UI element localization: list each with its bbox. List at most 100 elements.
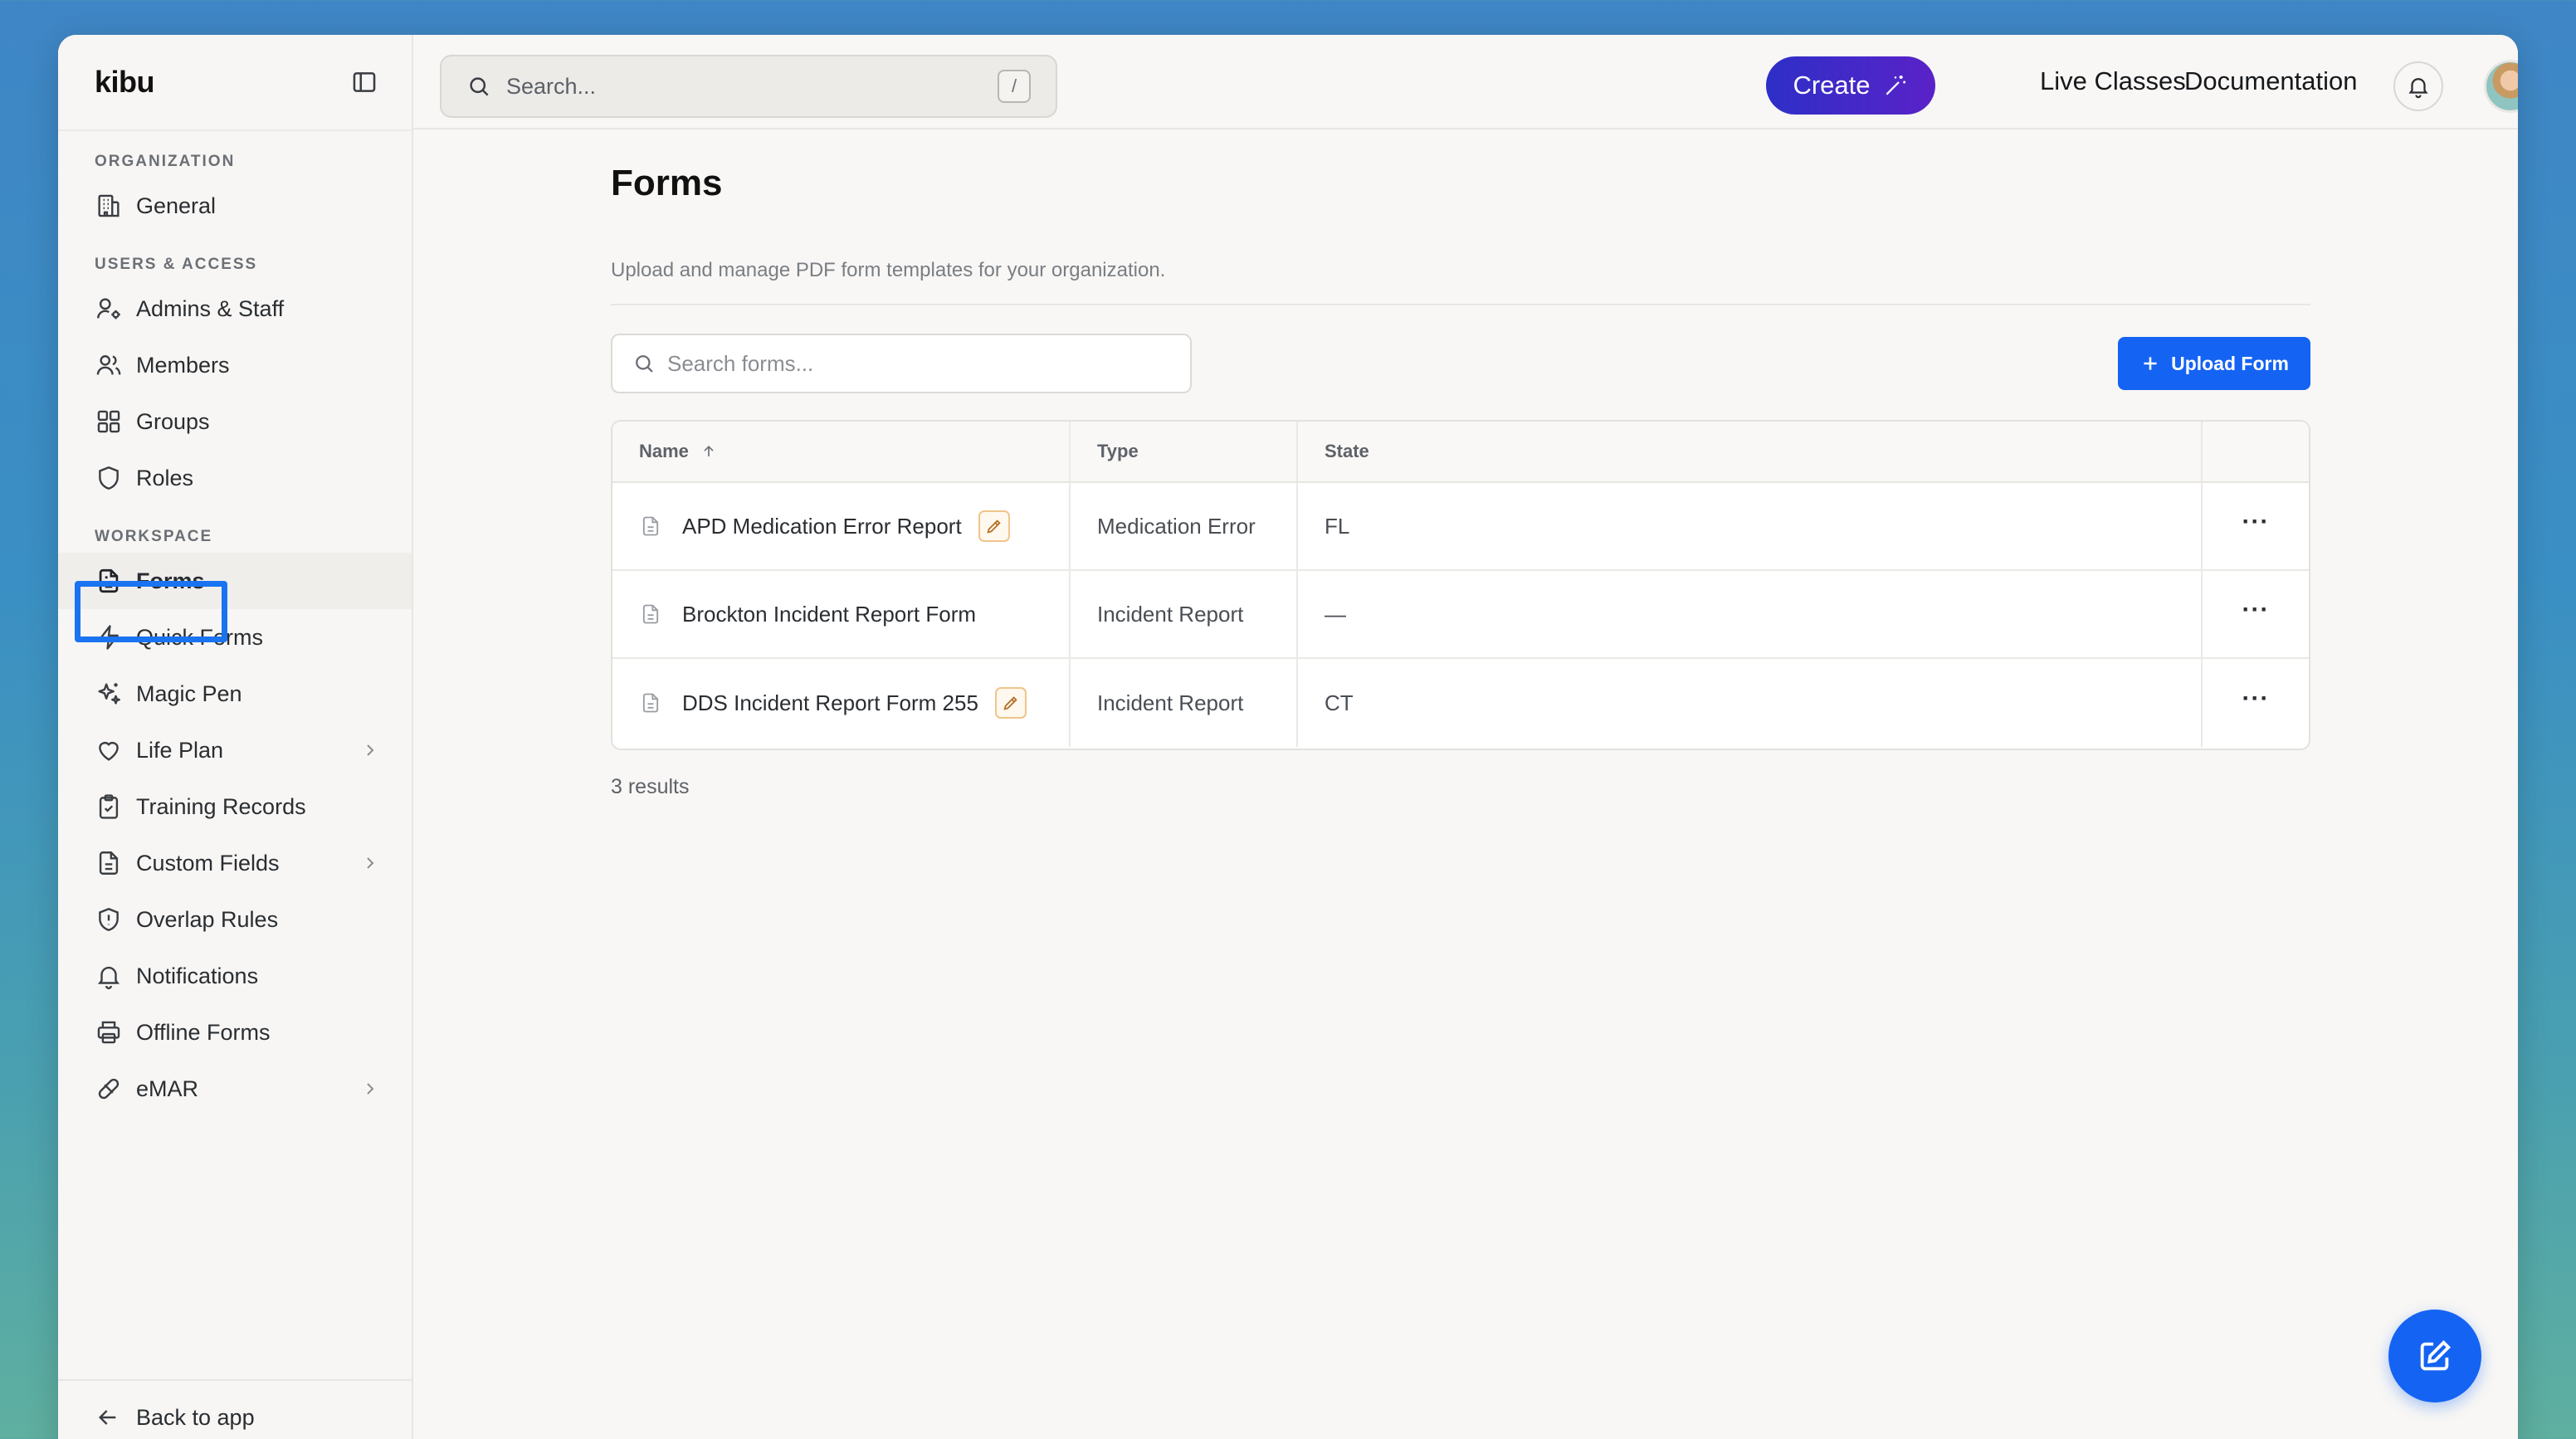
section-label-organization: ORGANIZATION bbox=[95, 153, 236, 170]
notifications-button[interactable] bbox=[2393, 61, 2443, 111]
create-button[interactable]: Create bbox=[1766, 56, 1935, 115]
form-name: Brockton Incident Report Form bbox=[682, 601, 977, 627]
form-state: CT bbox=[1298, 659, 2203, 747]
printer-icon bbox=[95, 1018, 123, 1046]
sidebar-item-label: Notifications bbox=[136, 963, 259, 988]
edit-square-icon bbox=[2416, 1337, 2454, 1375]
column-header-type[interactable]: Type bbox=[1071, 422, 1298, 481]
top-bar: Search... / Create Live Classes Document… bbox=[413, 35, 2518, 129]
sidebar-item-label: Forms bbox=[136, 568, 205, 593]
column-header-name-label: Name bbox=[639, 441, 689, 461]
compose-fab-button[interactable] bbox=[2388, 1310, 2481, 1402]
column-header-name[interactable]: Name bbox=[612, 422, 1071, 481]
sidebar-item-general[interactable]: General bbox=[58, 178, 412, 234]
column-header-state[interactable]: State bbox=[1298, 422, 2203, 481]
sidebar-item-label: Admins & Staff bbox=[136, 295, 285, 321]
results-count: 3 results bbox=[611, 775, 690, 798]
form-name-cell[interactable]: APD Medication Error Report bbox=[612, 483, 1071, 569]
form-name: APD Medication Error Report bbox=[682, 513, 962, 539]
shield-alert-icon bbox=[95, 905, 123, 934]
sparkles-icon bbox=[95, 680, 123, 708]
sidebar-item-label: Overlap Rules bbox=[136, 906, 279, 932]
page-title: Forms bbox=[611, 163, 723, 203]
more-horizontal-icon: ··· bbox=[2242, 685, 2270, 712]
sidebar-header: kibu bbox=[58, 35, 412, 129]
sidebar-item-groups[interactable]: Groups bbox=[58, 393, 412, 450]
sidebar-item-training-records[interactable]: Training Records bbox=[58, 778, 412, 835]
more-horizontal-icon: ··· bbox=[2242, 508, 2270, 535]
heart-icon bbox=[95, 736, 123, 764]
edit-pencil-icon[interactable] bbox=[978, 510, 1010, 542]
file-lines-icon bbox=[95, 849, 123, 877]
brand-logo: kibu bbox=[95, 65, 155, 99]
edit-pencil-icon[interactable] bbox=[994, 687, 1027, 719]
row-actions-button[interactable]: ··· bbox=[2203, 571, 2309, 657]
grid-icon bbox=[95, 407, 123, 436]
sidebar-item-label: Magic Pen bbox=[136, 680, 242, 706]
forms-table: Name Type State APD Medication Error Rep… bbox=[611, 420, 2310, 750]
form-type: Incident Report bbox=[1071, 571, 1298, 657]
forms-search-field[interactable] bbox=[611, 334, 1192, 393]
row-actions-button[interactable]: ··· bbox=[2203, 659, 2309, 747]
sidebar-item-notifications[interactable]: Notifications bbox=[58, 948, 412, 1004]
sidebar-item-forms[interactable]: Forms bbox=[58, 553, 412, 609]
sidebar-item-members[interactable]: Members bbox=[58, 337, 412, 393]
document-icon bbox=[639, 515, 662, 538]
upload-form-button[interactable]: Upload Form bbox=[2118, 337, 2310, 390]
shield-icon bbox=[95, 464, 123, 492]
table-row[interactable]: Brockton Incident Report Form Incident R… bbox=[612, 571, 2309, 659]
sidebar-toggle-icon[interactable] bbox=[350, 68, 378, 96]
back-to-app-link[interactable]: Back to app bbox=[58, 1379, 412, 1439]
table-header: Name Type State bbox=[612, 422, 2309, 483]
sidebar-item-admins-staff[interactable]: Admins & Staff bbox=[58, 280, 412, 337]
sidebar-item-emar[interactable]: eMAR bbox=[58, 1061, 412, 1117]
forms-search-input[interactable] bbox=[667, 350, 1170, 377]
table-row[interactable]: APD Medication Error Report Medication E… bbox=[612, 483, 2309, 571]
sidebar-item-offline-forms[interactable]: Offline Forms bbox=[58, 1004, 412, 1061]
sidebar-item-overlap-rules[interactable]: Overlap Rules bbox=[58, 891, 412, 948]
sidebar-item-quick-forms[interactable]: Quick Forms bbox=[58, 609, 412, 666]
row-actions-button[interactable]: ··· bbox=[2203, 483, 2309, 569]
user-avatar[interactable] bbox=[2484, 60, 2518, 113]
bell-icon bbox=[95, 962, 123, 990]
sidebar-item-label: eMAR bbox=[136, 1076, 199, 1101]
back-to-app-label: Back to app bbox=[136, 1404, 255, 1430]
form-name-cell[interactable]: DDS Incident Report Form 255 bbox=[612, 659, 1071, 747]
chevron-right-icon bbox=[360, 740, 380, 760]
documentation-link[interactable]: Documentation bbox=[2184, 66, 2358, 96]
search-shortcut-key: / bbox=[998, 70, 1031, 103]
lightning-icon bbox=[95, 623, 123, 651]
document-icon bbox=[639, 602, 662, 626]
form-name-cell[interactable]: Brockton Incident Report Form bbox=[612, 571, 1071, 657]
sidebar-item-custom-fields[interactable]: Custom Fields bbox=[58, 835, 412, 891]
pill-icon bbox=[95, 1075, 123, 1103]
sort-ascending-icon bbox=[689, 443, 717, 460]
sidebar-item-life-plan[interactable]: Life Plan bbox=[58, 722, 412, 778]
live-classes-link[interactable]: Live Classes bbox=[2040, 66, 2186, 96]
sidebar-item-magic-pen[interactable]: Magic Pen bbox=[58, 666, 412, 722]
form-type: Incident Report bbox=[1071, 659, 1298, 747]
clipboard-check-icon bbox=[95, 793, 123, 821]
search-icon bbox=[632, 352, 656, 375]
settings-sidebar: kibu ORGANIZATION General USERS & ACCESS… bbox=[58, 35, 413, 1439]
create-button-label: Create bbox=[1793, 71, 1871, 100]
sidebar-item-roles[interactable]: Roles bbox=[58, 450, 412, 506]
document-icon bbox=[639, 691, 662, 715]
file-text-icon bbox=[95, 567, 123, 595]
section-label-users-access: USERS & ACCESS bbox=[95, 256, 258, 273]
global-search-input[interactable]: Search... / bbox=[440, 55, 1057, 118]
table-row[interactable]: DDS Incident Report Form 255 Incident Re… bbox=[612, 659, 2309, 747]
column-header-actions bbox=[2203, 422, 2309, 481]
section-label-workspace: WORKSPACE bbox=[95, 528, 213, 545]
users-icon bbox=[95, 351, 123, 379]
building-icon bbox=[95, 192, 123, 220]
sidebar-item-label: Custom Fields bbox=[136, 850, 280, 876]
main-content: Forms Upload and manage PDF form templat… bbox=[413, 129, 2518, 1439]
sidebar-item-label: Quick Forms bbox=[136, 624, 264, 650]
arrow-left-icon bbox=[95, 1404, 121, 1431]
header-divider bbox=[611, 304, 2310, 305]
magic-wand-icon bbox=[1882, 72, 1909, 99]
global-search-placeholder: Search... bbox=[506, 73, 597, 99]
sidebar-item-label: Life Plan bbox=[136, 737, 224, 763]
form-state: FL bbox=[1298, 483, 2203, 569]
